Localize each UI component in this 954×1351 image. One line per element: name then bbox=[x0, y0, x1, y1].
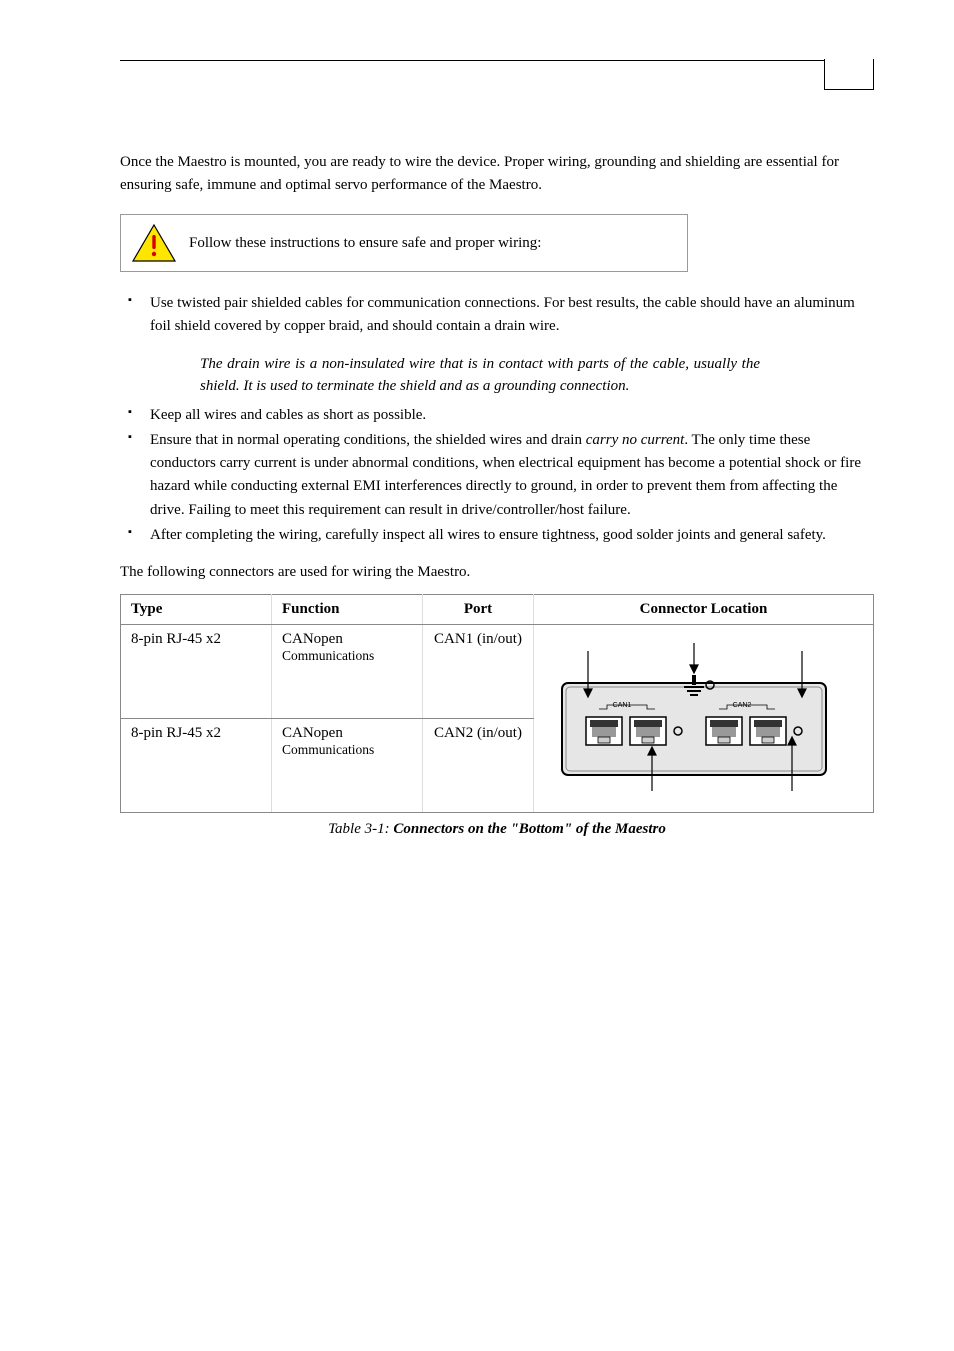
list-item: Keep all wires and cables as short as po… bbox=[120, 404, 874, 427]
list-item: Ensure that in normal operating conditio… bbox=[120, 429, 874, 522]
cell-type: 8-pin RJ-45 x2 bbox=[121, 718, 272, 812]
cell-function: CANopen Communications bbox=[272, 624, 423, 718]
drain-wire-definition: The drain wire is a non-insulated wire t… bbox=[200, 353, 760, 398]
list-item: After completing the wiring, carefully i… bbox=[120, 524, 874, 547]
connector-diagram: CAN1 CAN2 bbox=[544, 631, 844, 806]
connector-table: Type Function Port Connector Location 8-… bbox=[120, 594, 874, 813]
col-port: Port bbox=[423, 594, 534, 624]
table-row: 8-pin RJ-45 x2 CANopen Communications CA… bbox=[121, 624, 874, 718]
col-function: Function bbox=[272, 594, 423, 624]
cell-type: 8-pin RJ-45 x2 bbox=[121, 624, 272, 718]
header-rule bbox=[120, 60, 874, 61]
bullet-list-b: Keep all wires and cables as short as po… bbox=[120, 404, 874, 548]
col-type: Type bbox=[121, 594, 272, 624]
can1-label: CAN1 bbox=[613, 702, 632, 709]
cell-function: CANopen Communications bbox=[272, 718, 423, 812]
can2-label: CAN2 bbox=[733, 702, 752, 709]
caution-text: Follow these instructions to ensure safe… bbox=[189, 235, 541, 252]
caution-box: Follow these instructions to ensure safe… bbox=[120, 214, 688, 272]
col-location: Connector Location bbox=[534, 594, 874, 624]
cell-port: CAN2 (in/out) bbox=[423, 718, 534, 812]
list-item: Use twisted pair shielded cables for com… bbox=[120, 292, 874, 339]
connector-diagram-cell: CAN1 CAN2 bbox=[534, 624, 874, 812]
bullet-list-a: Use twisted pair shielded cables for com… bbox=[120, 292, 874, 339]
table-caption: Table 3-1: Connectors on the "Bottom" of… bbox=[120, 821, 874, 838]
caution-icon bbox=[131, 223, 177, 263]
page-tab bbox=[824, 59, 874, 90]
following-paragraph: The following connectors are used for wi… bbox=[120, 561, 874, 584]
intro-paragraph: Once the Maestro is mounted, you are rea… bbox=[120, 151, 874, 196]
cell-port: CAN1 (in/out) bbox=[423, 624, 534, 718]
